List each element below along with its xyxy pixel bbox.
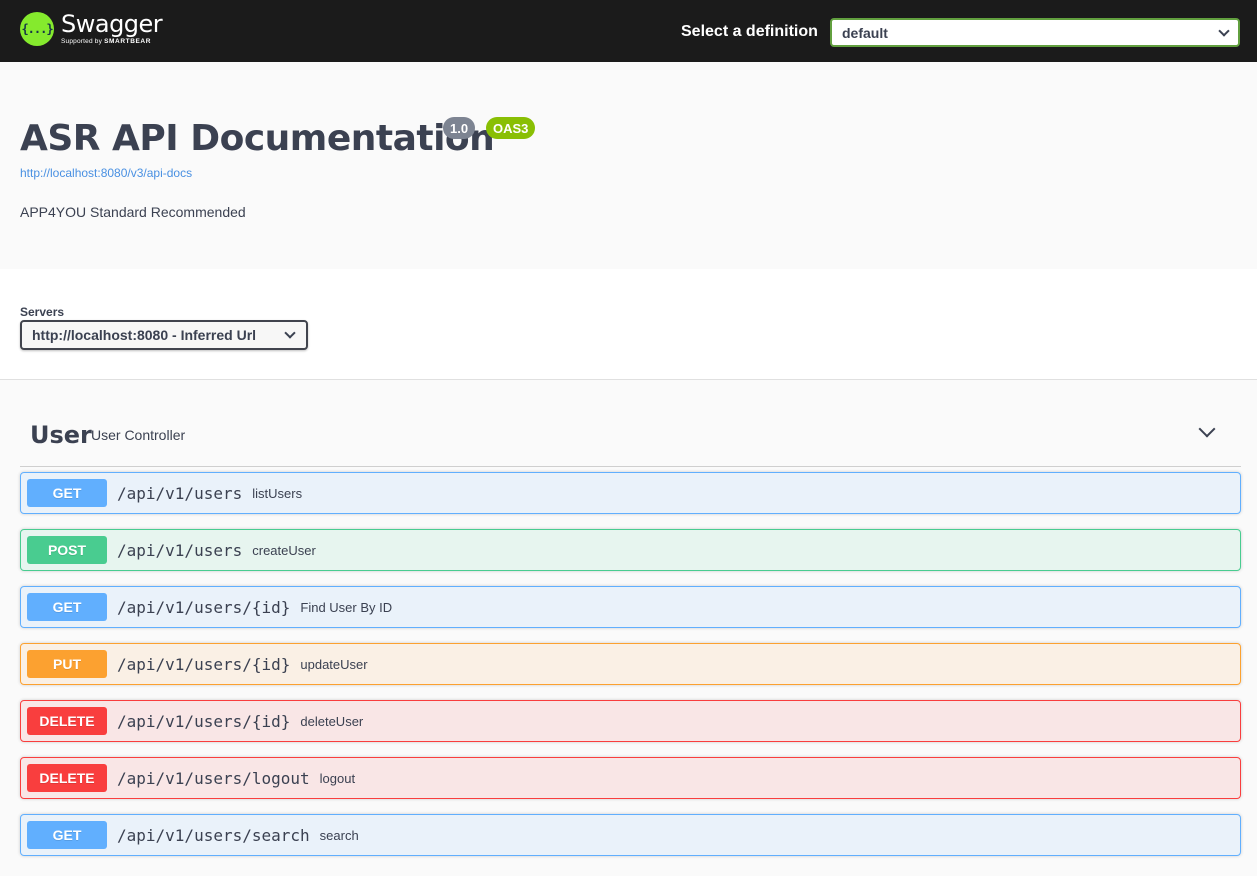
method-badge: DELETE <box>27 764 107 792</box>
tag-header-user[interactable]: User User Controller <box>20 403 1241 467</box>
operation-get-search[interactable]: GET /api/v1/users/search search <box>20 814 1241 856</box>
definition-label: Select a definition <box>681 23 818 40</box>
logo-subtitle: Supported by SMARTBEAR <box>61 39 162 46</box>
operation-get-users[interactable]: GET /api/v1/users listUsers <box>20 472 1241 514</box>
operation-path: /api/v1/users/{id} <box>117 711 291 731</box>
version-badge: 1.0 <box>443 117 476 139</box>
logo-name: Swagger <box>61 10 163 39</box>
swagger-logo-icon: {...} <box>20 12 54 46</box>
api-docs-link[interactable]: http://localhost:8080/v3/api-docs <box>20 166 192 180</box>
method-badge: DELETE <box>27 707 107 735</box>
definition-value: default <box>842 24 888 41</box>
tag-description: User Controller <box>91 427 186 443</box>
operation-put-user[interactable]: PUT /api/v1/users/{id} updateUser <box>20 643 1241 685</box>
logo-sub-prefix: Supported by <box>61 38 103 46</box>
operation-path: /api/v1/users/{id} <box>117 597 291 617</box>
servers-section: Servers http://localhost:8080 - Inferred… <box>0 269 1257 380</box>
logo-sub-brand: SMARTBEAR <box>104 38 152 46</box>
method-badge: PUT <box>27 650 107 678</box>
chevron-down-icon <box>1218 24 1230 37</box>
operation-delete-logout[interactable]: DELETE /api/v1/users/logout logout <box>20 757 1241 799</box>
operation-summary: updateUser <box>300 656 368 672</box>
operation-summary: search <box>319 827 359 843</box>
operation-summary: Find User By ID <box>300 599 393 615</box>
method-badge: GET <box>27 821 107 849</box>
info-section: ASR API Documentation 1.0 OAS3 http://lo… <box>0 62 1257 269</box>
chevron-down-icon[interactable] <box>1198 420 1216 438</box>
chevron-down-icon <box>284 327 296 339</box>
operation-path: /api/v1/users/{id} <box>117 654 291 674</box>
method-badge: POST <box>27 536 107 564</box>
operation-summary: deleteUser <box>300 713 364 729</box>
swagger-logo[interactable]: {...} Swagger Supported by SMARTBEAR <box>20 10 163 46</box>
operation-post-users[interactable]: POST /api/v1/users createUser <box>20 529 1241 571</box>
servers-label: Servers <box>20 305 65 319</box>
operation-summary: createUser <box>252 542 316 558</box>
operation-summary: listUsers <box>252 485 303 501</box>
definition-select[interactable]: default <box>830 18 1240 47</box>
tag-name: User <box>30 421 92 449</box>
operation-path: /api/v1/users <box>117 540 243 560</box>
page-title: ASR API Documentation <box>20 118 495 159</box>
oas-badge: OAS3 <box>486 117 536 139</box>
topbar: {...} Swagger Supported by SMARTBEAR Sel… <box>0 0 1257 62</box>
operation-get-user-by-id[interactable]: GET /api/v1/users/{id} Find User By ID <box>20 586 1241 628</box>
operation-path: /api/v1/users/search <box>117 825 310 845</box>
servers-value: http://localhost:8080 - Inferred Url <box>32 327 257 343</box>
method-badge: GET <box>27 593 107 621</box>
operation-path: /api/v1/users/logout <box>117 768 310 788</box>
servers-select[interactable]: http://localhost:8080 - Inferred Url <box>20 320 308 350</box>
method-badge: GET <box>27 479 107 507</box>
logo-text: Swagger Supported by SMARTBEAR <box>61 10 163 46</box>
operation-path: /api/v1/users <box>117 483 243 503</box>
operation-summary: logout <box>319 770 356 786</box>
api-description: APP4YOU Standard Recommended <box>20 204 246 220</box>
operation-delete-user[interactable]: DELETE /api/v1/users/{id} deleteUser <box>20 700 1241 742</box>
